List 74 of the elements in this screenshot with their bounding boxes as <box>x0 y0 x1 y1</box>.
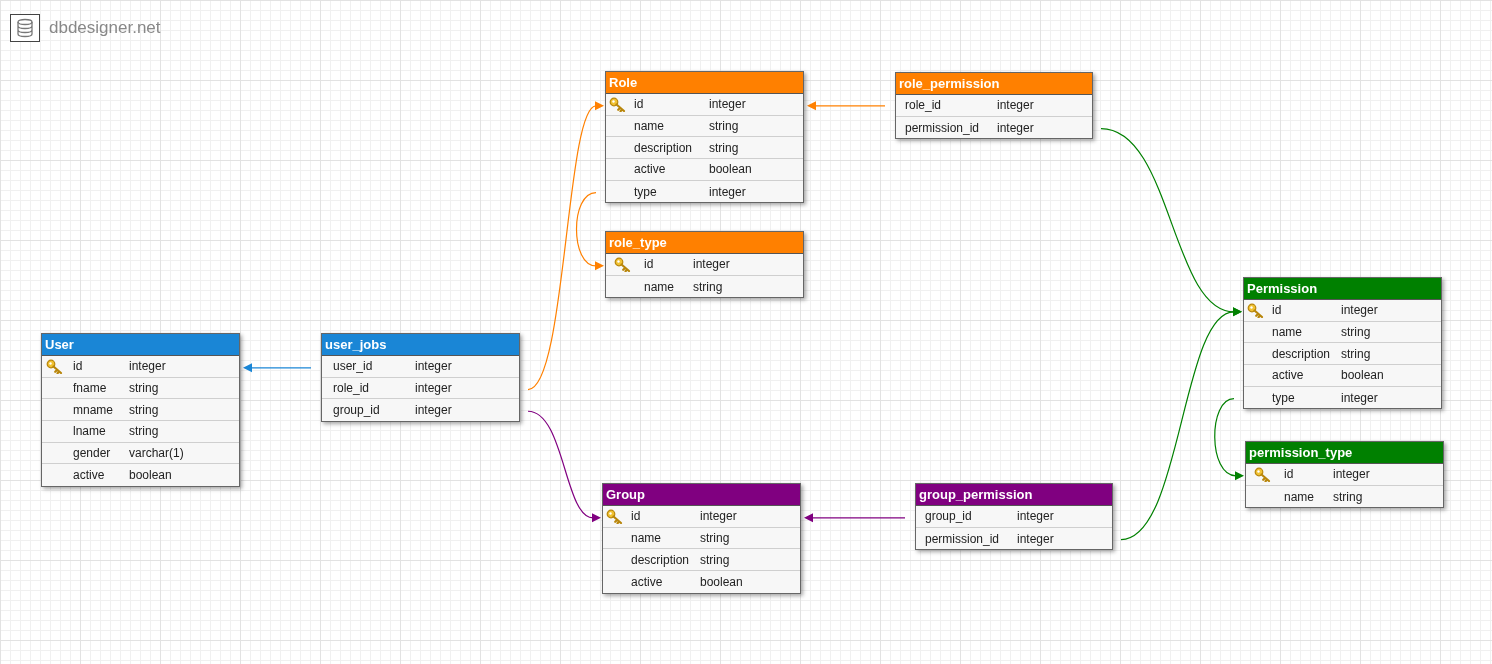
table-title: Group <box>603 484 800 506</box>
field-name: id <box>73 359 83 374</box>
field-type: string <box>1341 346 1371 361</box>
field-name: fname <box>73 381 107 396</box>
field-type: boolean <box>1341 368 1384 383</box>
field-name: gender <box>73 446 111 461</box>
field-name: name <box>1272 325 1303 340</box>
field-name: name <box>631 531 662 546</box>
field-type: integer <box>129 359 166 374</box>
field-type: integer <box>997 120 1034 135</box>
field-type: string <box>709 140 739 155</box>
field-name: name <box>644 279 675 294</box>
logo-text: dbdesigner.net <box>49 17 161 40</box>
field-name: group_id <box>333 403 380 418</box>
field-name: name <box>1284 489 1315 504</box>
field-type: integer <box>415 359 452 374</box>
field-type: string <box>693 279 723 294</box>
field-type: integer <box>415 403 452 418</box>
field-type: string <box>700 531 730 546</box>
field-name: name <box>634 119 665 134</box>
field-name: mname <box>73 402 113 417</box>
field-type: integer <box>1017 531 1054 546</box>
table-title: permission_type <box>1246 442 1443 464</box>
field-type: integer <box>709 184 746 199</box>
field-type: boolean <box>700 574 743 589</box>
field-name: active <box>631 574 663 589</box>
table-title: role_type <box>606 232 803 254</box>
table-title: user_jobs <box>322 334 519 356</box>
field-name: id <box>634 97 644 112</box>
database-logo-icon <box>10 14 40 42</box>
field-name: role_id <box>333 381 370 396</box>
field-type: string <box>129 424 159 439</box>
field-type: integer <box>700 509 737 524</box>
field-type: integer <box>1017 509 1054 524</box>
field-name: description <box>1272 346 1331 361</box>
field-type: string <box>129 381 159 396</box>
table-title: Permission <box>1244 278 1441 300</box>
field-type: integer <box>1341 303 1378 318</box>
field-name: id <box>644 257 654 272</box>
field-name: user_id <box>333 359 373 374</box>
table-title: group_permission <box>916 484 1112 506</box>
relationship-connector <box>243 363 312 373</box>
field-type: integer <box>693 257 730 272</box>
field-type: string <box>129 402 159 417</box>
field-name: description <box>631 552 690 567</box>
field-type: integer <box>997 98 1034 113</box>
field-name: description <box>634 140 693 155</box>
table-title: Role <box>606 72 803 94</box>
field-type: integer <box>709 97 746 112</box>
field-name: group_id <box>925 509 972 524</box>
field-type: integer <box>1341 390 1378 405</box>
field-name: role_id <box>905 98 942 113</box>
field-name: permission_id <box>905 120 980 135</box>
field-type: string <box>1341 325 1371 340</box>
field-type: string <box>1333 489 1363 504</box>
field-name: permission_id <box>925 531 1000 546</box>
field-name: id <box>631 509 641 524</box>
field-type: string <box>700 552 730 567</box>
field-name: active <box>73 468 105 483</box>
field-type: integer <box>415 381 452 396</box>
field-type: integer <box>1333 467 1370 482</box>
field-name: id <box>1272 303 1282 318</box>
field-name: active <box>1272 368 1304 383</box>
table-title: role_permission <box>896 73 1092 95</box>
field-name: lname <box>73 424 106 439</box>
field-name: id <box>1284 467 1294 482</box>
field-type: boolean <box>709 162 752 177</box>
field-name: type <box>634 184 657 199</box>
table-title: User <box>42 334 239 356</box>
field-type: string <box>709 119 739 134</box>
field-name: type <box>1272 390 1295 405</box>
field-name: active <box>634 162 666 177</box>
field-type: boolean <box>129 468 172 483</box>
field-type: varchar(1) <box>129 446 184 461</box>
